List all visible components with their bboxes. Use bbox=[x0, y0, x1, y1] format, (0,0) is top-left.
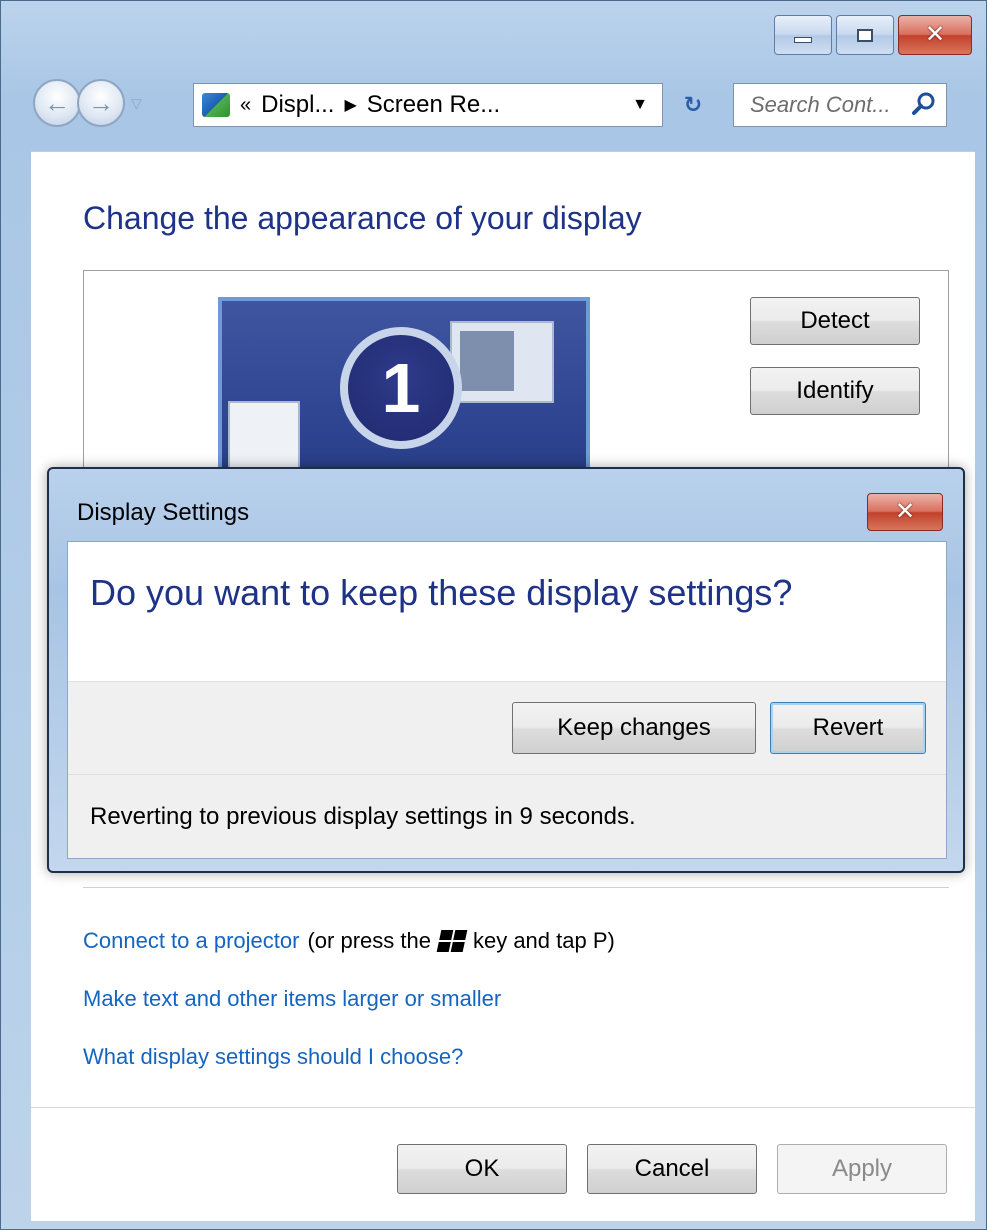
breadcrumb-screen-resolution[interactable]: Screen Re... bbox=[367, 91, 500, 119]
connect-projector-link[interactable]: Connect to a projector bbox=[83, 928, 299, 954]
breadcrumb-display[interactable]: Displ... bbox=[261, 91, 334, 119]
close-button[interactable]: ✕ bbox=[898, 15, 972, 55]
detect-button[interactable]: Detect bbox=[750, 297, 920, 345]
address-dropdown-icon[interactable]: ▼ bbox=[632, 96, 648, 114]
text-size-row: Make text and other items larger or smal… bbox=[83, 970, 615, 1028]
dialog-body: Do you want to keep these display settin… bbox=[67, 541, 947, 859]
which-settings-link[interactable]: What display settings should I choose? bbox=[83, 1044, 463, 1070]
projector-hint-after: key and tap P) bbox=[472, 928, 615, 953]
monitor-number-badge: 1 bbox=[340, 327, 462, 449]
caption-buttons: ✕ bbox=[774, 15, 972, 55]
nav-arrows: ← → ▽ bbox=[33, 79, 142, 127]
revert-countdown-text: Reverting to previous display settings i… bbox=[90, 803, 636, 830]
forward-arrow-icon: → bbox=[88, 87, 114, 118]
control-panel-window: ✕ ← → ▽ « Displ... ▶ Screen Re... ▼ ↻ Se… bbox=[0, 0, 987, 1230]
dialog-status-area: Reverting to previous display settings i… bbox=[68, 774, 946, 860]
text-size-link[interactable]: Make text and other items larger or smal… bbox=[83, 986, 501, 1012]
display-control-panel-icon bbox=[202, 93, 230, 117]
breadcrumb-separator-icon[interactable]: ▶ bbox=[344, 95, 356, 115]
footer-divider bbox=[31, 1107, 975, 1108]
navigation-bar: ← → ▽ « Displ... ▶ Screen Re... ▼ ↻ Sear… bbox=[1, 73, 986, 151]
search-box[interactable]: Search Cont... bbox=[733, 83, 947, 127]
dialog-title: Display Settings bbox=[77, 499, 250, 526]
section-divider bbox=[83, 887, 949, 888]
projector-row: Connect to a projector (or press the key… bbox=[83, 912, 615, 970]
ok-button[interactable]: OK bbox=[397, 1144, 567, 1194]
refresh-icon: ↻ bbox=[683, 92, 703, 117]
back-button[interactable]: ← bbox=[33, 79, 81, 127]
close-icon: ✕ bbox=[894, 498, 916, 525]
cancel-button[interactable]: Cancel bbox=[587, 1144, 757, 1194]
forward-button[interactable]: → bbox=[77, 79, 125, 127]
dialog-question: Do you want to keep these display settin… bbox=[90, 572, 793, 613]
apply-button[interactable]: Apply bbox=[777, 1144, 947, 1194]
revert-button[interactable]: Revert bbox=[770, 702, 926, 754]
minimize-button[interactable] bbox=[774, 15, 832, 55]
page-title: Change the appearance of your display bbox=[83, 200, 642, 236]
search-icon[interactable] bbox=[910, 90, 938, 118]
address-overflow-chevron[interactable]: « bbox=[240, 94, 251, 117]
back-arrow-icon: ← bbox=[44, 87, 70, 118]
close-icon: ✕ bbox=[924, 21, 946, 48]
recent-pages-dropdown-icon[interactable]: ▽ bbox=[131, 95, 142, 112]
dialog-close-button[interactable]: ✕ bbox=[867, 493, 943, 531]
keep-changes-button[interactable]: Keep changes bbox=[512, 702, 756, 754]
search-placeholder: Search Cont... bbox=[750, 92, 891, 117]
identify-button[interactable]: Identify bbox=[750, 367, 920, 415]
projector-hint-before: (or press the bbox=[307, 928, 431, 953]
display-settings-dialog: Display Settings ✕ Do you want to keep t… bbox=[47, 467, 965, 873]
monitor-arrangement-panel: 1 Detect Identify bbox=[83, 270, 949, 501]
which-settings-row: What display settings should I choose? bbox=[83, 1028, 615, 1086]
windows-key-icon bbox=[436, 930, 468, 952]
refresh-button[interactable]: ↻ bbox=[667, 83, 719, 127]
minimize-icon bbox=[794, 37, 812, 43]
maximize-button[interactable] bbox=[836, 15, 894, 55]
address-bar[interactable]: « Displ... ▶ Screen Re... ▼ bbox=[193, 83, 663, 127]
maximize-icon bbox=[857, 28, 873, 42]
dialog-question-area: Do you want to keep these display settin… bbox=[68, 542, 946, 682]
title-bar[interactable]: ✕ bbox=[1, 1, 986, 71]
help-links: Connect to a projector (or press the key… bbox=[83, 912, 615, 1086]
monitor-window-graphic bbox=[450, 321, 554, 403]
